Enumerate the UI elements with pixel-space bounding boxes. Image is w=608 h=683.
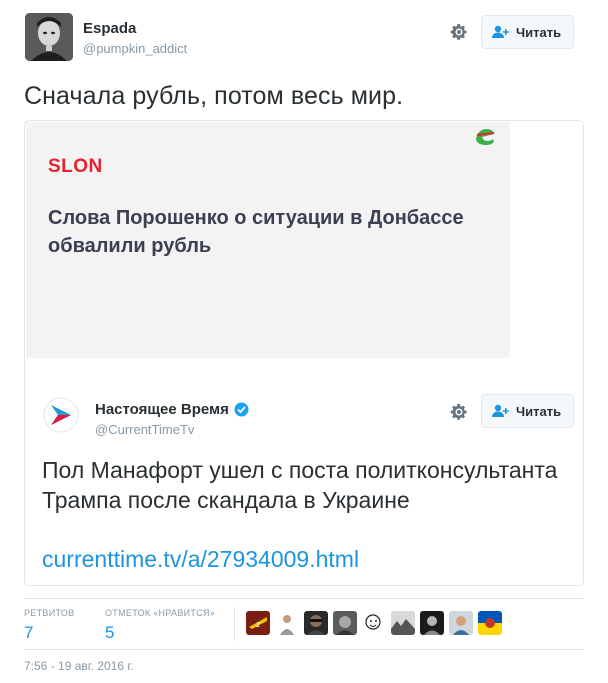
liker-avatar[interactable] xyxy=(391,611,415,635)
liker-avatar[interactable] xyxy=(420,611,444,635)
liker-avatar[interactable] xyxy=(449,611,473,635)
tweet-text: Сначала рубль, потом весь мир. xyxy=(24,82,404,110)
quoted-card[interactable]: SLON Слова Порошенко о ситуации в Донбас… xyxy=(24,120,584,586)
verified-badge-icon xyxy=(234,402,249,417)
follow-button-label: Читать xyxy=(516,24,562,40)
add-user-icon xyxy=(492,404,509,417)
add-user-icon xyxy=(492,25,509,38)
author-name[interactable]: Espada xyxy=(83,20,136,37)
retweets-label: РЕТВИТОВ xyxy=(24,608,75,618)
quoted-tweet-link[interactable]: currenttime.tv/a/27934009.html xyxy=(42,546,359,573)
tweet-stats: РЕТВИТОВ 7 ОТМЕТОК «НРАВИТСЯ» 5 z xyxy=(24,598,584,650)
likes-label: ОТМЕТОК «НРАВИТСЯ» xyxy=(105,608,216,618)
liker-avatar[interactable] xyxy=(478,611,502,635)
tweet-timestamp[interactable]: 7:56 - 19 авг. 2016 г. xyxy=(24,659,134,673)
liker-avatar[interactable]: z xyxy=(246,611,270,635)
author-avatar[interactable] xyxy=(25,13,73,61)
quoted-gear-icon[interactable] xyxy=(449,402,469,422)
card-headline: Слова Порошенко о ситуации в Донбассе об… xyxy=(48,207,464,257)
likers-avatars: z xyxy=(246,611,502,635)
liker-avatar[interactable] xyxy=(304,611,328,635)
quoted-author-name-text: Настоящее Время xyxy=(95,401,229,418)
liker-avatar[interactable] xyxy=(333,611,357,635)
follow-button[interactable]: Читать xyxy=(481,15,575,49)
gear-icon[interactable] xyxy=(449,22,469,42)
card-image[interactable]: SLON Слова Порошенко о ситуации в Донбас… xyxy=(26,122,510,358)
liker-avatar[interactable] xyxy=(275,611,299,635)
card-brand: SLON xyxy=(48,156,103,177)
liker-avatar[interactable] xyxy=(362,611,386,635)
author-handle[interactable]: @pumpkin_addict xyxy=(83,41,187,56)
quoted-follow-button-label: Читать xyxy=(516,403,562,419)
retweets-count[interactable]: 7 xyxy=(24,623,33,643)
currenttime-logo[interactable] xyxy=(43,397,79,433)
likes-count[interactable]: 5 xyxy=(105,623,114,643)
quoted-author-name[interactable]: Настоящее Время xyxy=(95,401,249,418)
stats-divider xyxy=(234,607,235,641)
quoted-tweet-text: Пол Манафорт ушел с поста политконсульта… xyxy=(42,457,558,513)
svg-text:z: z xyxy=(256,620,260,629)
quoted-author-handle[interactable]: @CurrentTimeTv xyxy=(95,422,194,437)
slon-logo-icon xyxy=(476,129,495,145)
quoted-follow-button[interactable]: Читать xyxy=(481,394,575,428)
